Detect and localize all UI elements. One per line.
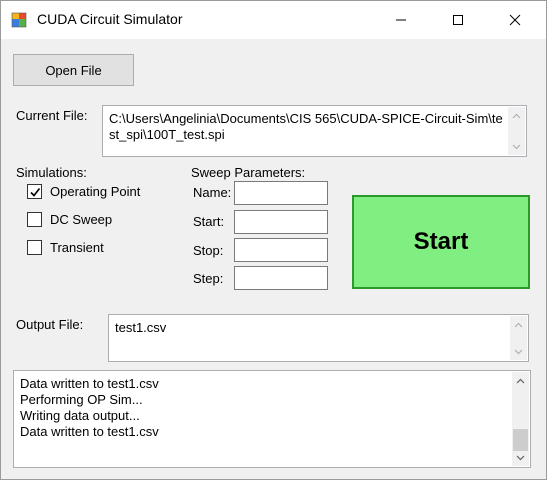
log-line: Performing OP Sim... xyxy=(20,392,143,407)
log-scrollbar[interactable] xyxy=(512,372,529,466)
app-window: CUDA Circuit Simulator Open File Current… xyxy=(0,0,547,480)
checkbox-box[interactable] xyxy=(27,240,42,255)
window-title: CUDA Circuit Simulator xyxy=(37,11,183,27)
sweep-parameters-label: Sweep Parameters: xyxy=(191,165,306,180)
current-file-field[interactable]: C:\Users\Angelinia\Documents\CIS 565\CUD… xyxy=(102,105,527,157)
current-file-label: Current File: xyxy=(16,108,88,123)
open-file-button[interactable]: Open File xyxy=(13,54,134,86)
scroll-down-arrow-icon[interactable] xyxy=(508,138,525,155)
checkbox-label: Operating Point xyxy=(50,184,141,199)
sweep-stop-label: Stop: xyxy=(193,243,224,258)
log-output[interactable]: Data written to test1.csv Performing OP … xyxy=(13,370,531,468)
sweep-step-label: Step: xyxy=(193,271,224,286)
close-icon xyxy=(509,14,521,26)
scroll-down-arrow-icon[interactable] xyxy=(510,343,527,360)
log-line: Data written to test1.csv xyxy=(20,424,159,439)
start-button[interactable]: Start xyxy=(352,195,530,289)
log-line: Data written to test1.csv xyxy=(20,376,159,391)
log-lines: Data written to test1.csv Performing OP … xyxy=(20,376,508,440)
output-file-scrollbar[interactable] xyxy=(510,316,527,360)
current-file-scrollbar[interactable] xyxy=(508,107,525,155)
checkbox-label: Transient xyxy=(50,240,104,255)
minimize-button[interactable] xyxy=(378,1,424,39)
checkbox-box[interactable] xyxy=(27,184,42,199)
minimize-icon xyxy=(396,19,406,21)
current-file-path: C:\Users\Angelinia\Documents\CIS 565\CUD… xyxy=(109,111,503,142)
checkmark-icon xyxy=(29,187,40,197)
checkbox-box[interactable] xyxy=(27,212,42,227)
output-file-field[interactable]: test1.csv xyxy=(108,314,529,362)
sweep-name-input[interactable] xyxy=(234,181,328,205)
log-line: Writing data output... xyxy=(20,408,140,423)
simulations-label: Simulations: xyxy=(16,165,87,180)
scroll-up-arrow-icon[interactable] xyxy=(510,316,527,333)
sweep-start-input[interactable] xyxy=(234,210,328,234)
scroll-up-arrow-icon[interactable] xyxy=(512,372,529,389)
title-bar[interactable]: CUDA Circuit Simulator xyxy=(1,1,546,39)
scroll-up-arrow-icon[interactable] xyxy=(508,107,525,124)
sweep-step-input[interactable] xyxy=(234,266,328,290)
transient-checkbox[interactable]: Transient xyxy=(27,240,104,255)
output-file-label: Output File: xyxy=(16,317,84,332)
maximize-button[interactable] xyxy=(435,1,481,39)
output-file-name: test1.csv xyxy=(115,320,167,335)
sweep-name-label: Name: xyxy=(193,185,232,200)
sweep-stop-input[interactable] xyxy=(234,238,328,262)
scroll-down-arrow-icon[interactable] xyxy=(512,449,529,466)
checkbox-label: DC Sweep xyxy=(50,212,113,227)
app-icon xyxy=(11,12,27,28)
log-scroll-thumb[interactable] xyxy=(513,429,528,451)
close-button[interactable] xyxy=(492,1,538,39)
operating-point-checkbox[interactable]: Operating Point xyxy=(27,184,140,199)
sweep-start-label: Start: xyxy=(193,214,225,229)
dc-sweep-checkbox[interactable]: DC Sweep xyxy=(27,212,112,227)
maximize-icon xyxy=(453,15,463,25)
